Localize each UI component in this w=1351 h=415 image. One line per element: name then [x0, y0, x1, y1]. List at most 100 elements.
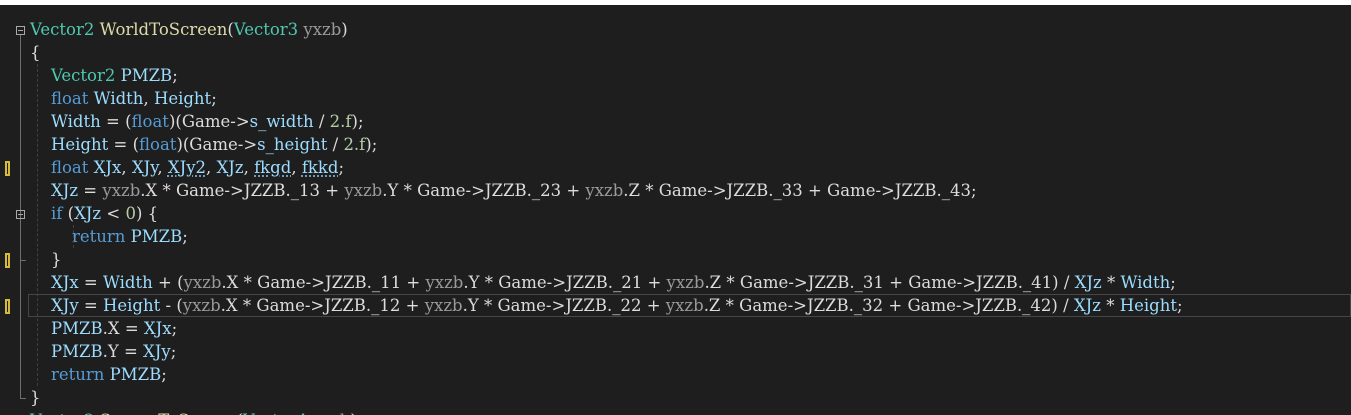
variable-token: XJx	[143, 319, 172, 338]
code-text-token: <	[101, 204, 126, 223]
code-text-token: }	[30, 388, 41, 407]
parameter-token: yxzb	[102, 181, 141, 200]
code-line[interactable]: PMZB.X = XJx;	[0, 317, 1351, 340]
parameter-token: yxzb	[665, 296, 704, 315]
collapse-minus-icon[interactable]	[16, 25, 25, 35]
type-token: Vector2	[50, 66, 116, 85]
variable-token: XJy	[143, 342, 171, 361]
code-text-token: = (	[100, 112, 132, 131]
variable-token: Width	[50, 112, 101, 131]
code-line[interactable]: Width = (float)(Game->s_width / 2.f);	[0, 110, 1351, 133]
code-line[interactable]: return PMZB;	[0, 363, 1351, 386]
code-line[interactable]: {	[0, 41, 1351, 64]
variable-token: XJz	[1073, 296, 1101, 315]
parameter-token: yxzb	[666, 273, 705, 292]
variable-token: Height	[153, 89, 212, 108]
code-text-token: )(Game->	[176, 135, 258, 154]
code-line[interactable]: }	[0, 386, 1351, 409]
code-text-token: )(Game->	[168, 112, 250, 131]
code-line-text: XJy = Height - (yxzb.X * Game->JZZB._12 …	[30, 294, 1183, 317]
code-text-token: .X * Game->JZZB._12 +	[220, 296, 425, 315]
variable-token: XJx	[50, 273, 79, 292]
function-name-token: WorldToScreen	[99, 20, 228, 39]
code-line-text: PMZB.X = XJx;	[30, 317, 177, 340]
code-line-text: }	[30, 248, 62, 271]
parameter-token: yxzb	[424, 296, 463, 315]
code-text-token: ,	[143, 89, 154, 108]
code-text-token: (	[62, 204, 75, 223]
code-line[interactable]: float XJx, XJy, XJy2, XJz, fkgd, fkkd;	[0, 156, 1351, 179]
code-text-token: ;	[171, 319, 178, 338]
code-text-token: /	[313, 112, 330, 131]
change-marker-icon[interactable]	[5, 160, 10, 176]
code-text-token: {	[30, 43, 41, 62]
code-text-token: ;	[211, 89, 217, 108]
code-line[interactable]: return PMZB;	[0, 225, 1351, 248]
code-line-text: }	[30, 386, 41, 409]
code-line-text: return PMZB;	[30, 225, 188, 248]
code-text-token: *	[1101, 273, 1121, 292]
code-line[interactable]: if (XJz < 0) {	[0, 202, 1351, 225]
parameter-token: yxzb	[182, 296, 221, 315]
code-text-token: =	[78, 273, 103, 292]
variable-token: XJz	[1074, 273, 1102, 292]
variable-token: PMZB	[109, 365, 162, 384]
code-text-token: .X * Game->JZZB._13 +	[140, 181, 345, 200]
keyword-token: float	[131, 112, 169, 131]
code-line[interactable]: XJy = Height - (yxzb.X * Game->JZZB._12 …	[0, 294, 1351, 317]
code-editor[interactable]: Vector2 WorldToScreen(Vector3 yxzb){ Vec…	[0, 5, 1351, 415]
code-line[interactable]: Vector2 PMZB;	[0, 64, 1351, 87]
code-text-token: .X =	[102, 319, 144, 338]
code-line-text: Vector2 PMZB;	[30, 64, 178, 87]
variable-token: XJz	[216, 158, 244, 177]
code-line[interactable]: Vector2 WorldToScreen(Vector3 yxzb)	[0, 18, 1351, 41]
variable-token: Height	[50, 135, 109, 154]
type-token: Vector2	[30, 20, 95, 39]
variable-token: PMZB	[50, 319, 103, 338]
parameter-token: yxzb	[344, 181, 383, 200]
variable-token: XJy	[131, 158, 158, 177]
code-line[interactable]: XJx = Width + (yxzb.X * Game->JZZB._11 +…	[0, 271, 1351, 294]
change-marker-icon[interactable]	[5, 298, 10, 314]
indent-guide	[37, 64, 38, 386]
code-line[interactable]: PMZB.Y = XJy;	[0, 340, 1351, 363]
code-line[interactable]: float Width, Height;	[0, 87, 1351, 110]
code-line[interactable]: XJz = yxzb.X * Game->JZZB._13 + yxzb.Y *…	[0, 179, 1351, 202]
code-line-text: Width = (float)(Game->s_width / 2.f);	[30, 110, 364, 133]
variable-token: Width	[93, 89, 144, 108]
code-line[interactable]: Height = (float)(Game->s_height / 2.f);	[0, 133, 1351, 156]
code-text-token: ;	[1170, 273, 1176, 292]
parameter-token: yxzb	[303, 20, 342, 39]
code-text-token: + (	[152, 273, 184, 292]
code-text-token: *	[1100, 296, 1120, 315]
fold-end-marker	[20, 397, 26, 399]
change-marker-icon[interactable]	[5, 252, 10, 268]
variable-token: PMZB	[130, 227, 183, 246]
code-text-token: =	[78, 181, 103, 200]
code-line-text: PMZB.Y = XJy;	[30, 340, 176, 363]
code-text-token: ,	[206, 158, 217, 177]
code-text-token: - (	[160, 296, 183, 315]
code-text-token: )	[341, 20, 348, 39]
function-name-token: ScreenToScreen	[100, 411, 237, 415]
parameter-token: yxzb	[183, 273, 222, 292]
code-text-token: = (	[108, 135, 140, 154]
collapse-minus-icon[interactable]	[16, 209, 25, 219]
type-token: Vector3	[233, 20, 299, 39]
number-token: 2.f	[329, 112, 352, 131]
variable-token: PMZB	[50, 342, 103, 361]
code-line[interactable]: Vector2 ScreenToScreen(Vector4 yxzb)	[0, 409, 1351, 415]
code-text-token: ;	[338, 158, 345, 177]
code-line[interactable]: }	[0, 248, 1351, 271]
variable-token: XJz	[74, 204, 102, 223]
keyword-token: if	[50, 204, 63, 223]
